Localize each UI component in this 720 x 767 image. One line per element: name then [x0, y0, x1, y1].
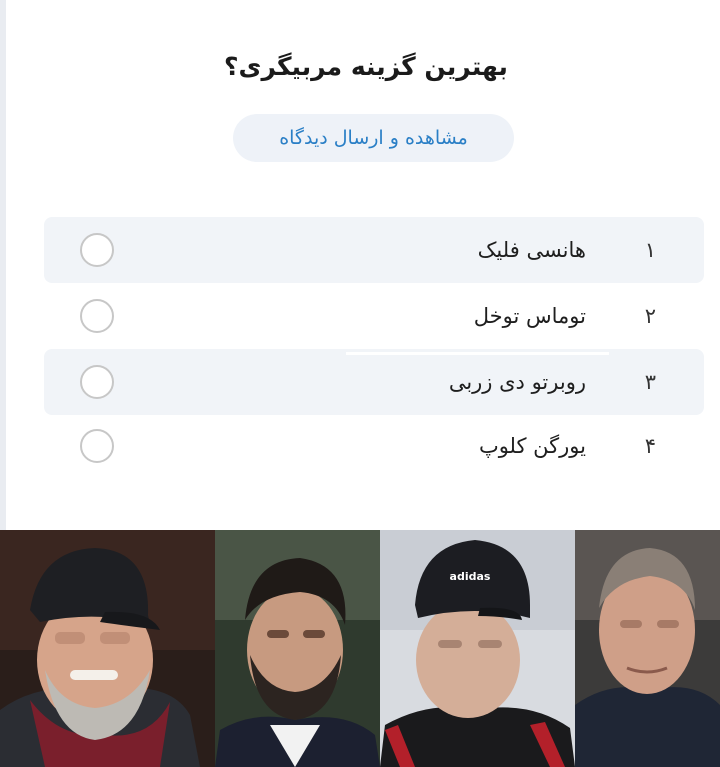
- view-comments-button[interactable]: مشاهده و ارسال دیدگاه: [233, 114, 514, 162]
- poll-option-3[interactable]: ۳ روبرتو دی زربی: [44, 349, 704, 415]
- option-number: ۲: [644, 304, 656, 328]
- coach-photo-tuchel: adidas: [380, 530, 575, 767]
- coach-photo-klopp: [0, 530, 215, 767]
- option-label: توماس توخل: [473, 304, 586, 328]
- radio-button[interactable]: [80, 299, 114, 333]
- coach-photo-strip: adidas: [0, 530, 720, 767]
- option-label: روبرتو دی زربی: [448, 370, 586, 394]
- radio-button[interactable]: [80, 365, 114, 399]
- poll-option-1[interactable]: ۱ هانسی فلیک: [44, 217, 704, 283]
- cap-brand-text: adidas: [450, 570, 491, 583]
- poll-option-4[interactable]: ۴ یورگن کلوپ: [44, 413, 704, 479]
- poll-title: بهترین گزینه مربیگری؟: [224, 52, 508, 81]
- radio-button[interactable]: [80, 233, 114, 267]
- option-label: هانسی فلیک: [477, 238, 586, 262]
- option-label: یورگن کلوپ: [478, 434, 586, 458]
- option-number: ۱: [644, 238, 656, 262]
- coach-photo-flick: [575, 530, 720, 767]
- poll-card: بهترین گزینه مربیگری؟ مشاهده و ارسال دید…: [0, 0, 720, 530]
- divider: [346, 352, 609, 355]
- coach-photo-de-zerbi: [215, 530, 380, 767]
- radio-button[interactable]: [80, 429, 114, 463]
- option-number: ۴: [644, 434, 656, 458]
- option-number: ۳: [644, 370, 656, 394]
- poll-option-2[interactable]: ۲ توماس توخل: [44, 283, 704, 349]
